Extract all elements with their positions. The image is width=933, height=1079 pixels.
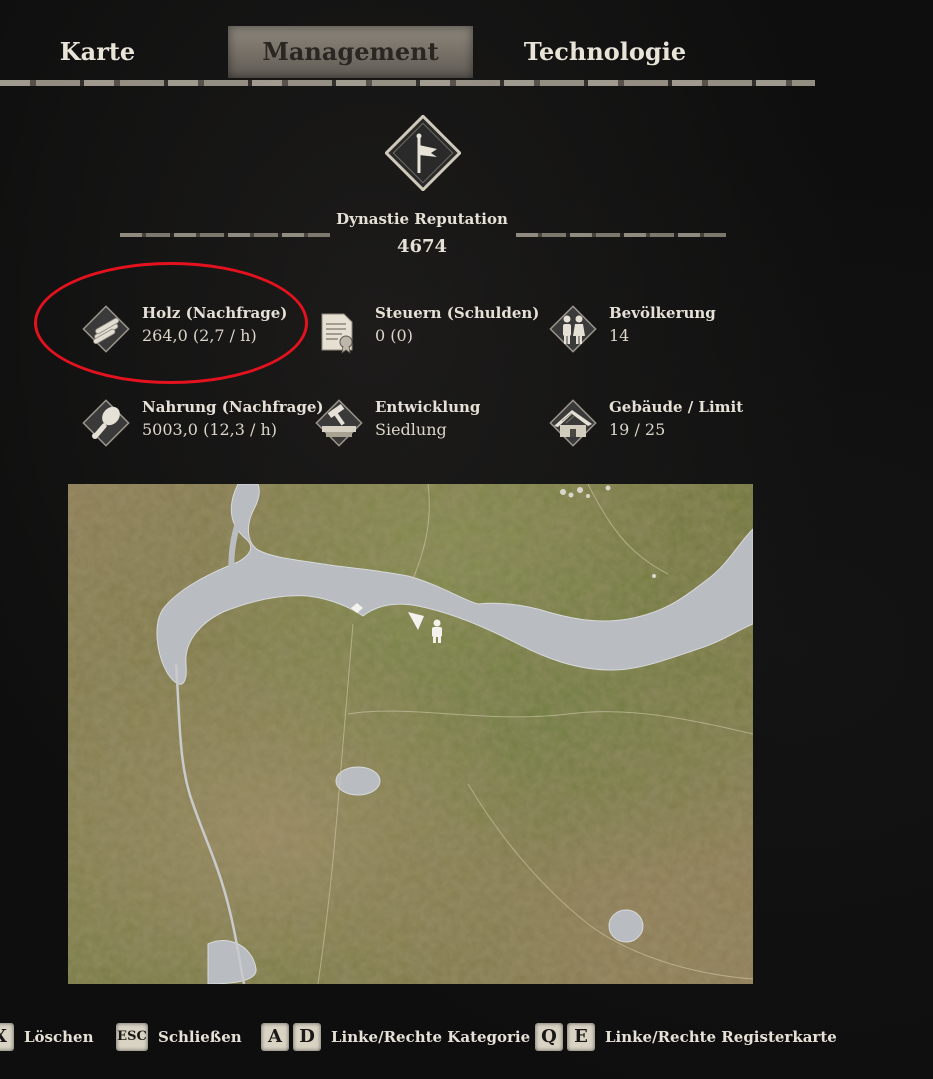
stat-taxes-value: 0 (0) <box>375 326 413 345</box>
map-lake <box>335 766 381 796</box>
reputation-value: 4674 <box>396 236 448 257</box>
hint-category-label: Linke/Rechte Kategorie <box>331 1028 531 1046</box>
stat-development-label: Entwicklung <box>375 398 481 416</box>
stat-food-value: 5003,0 (12,3 / h) <box>142 420 278 439</box>
stat-population-label: Bevölkerung <box>609 304 716 322</box>
hint-tab-label: Linke/Rechte Registerkarte <box>605 1028 837 1046</box>
hint-close-label: Schließen <box>158 1028 242 1046</box>
reputation-divider-left <box>120 233 330 237</box>
tab-technologie[interactable]: Technologie <box>500 26 710 78</box>
key-category-left: A <box>261 1023 289 1051</box>
stat-taxes-label: Steuern (Schulden) <box>375 304 540 322</box>
key-delete: X <box>0 1023 14 1051</box>
map-lake <box>608 909 644 943</box>
stat-buildings: Gebäude / Limit 19 / 25 <box>548 398 778 456</box>
tab-divider <box>0 80 815 86</box>
hammer-icon <box>315 399 363 447</box>
reputation-label: Dynastie Reputation <box>336 210 508 228</box>
tab-management[interactable]: Management <box>228 26 473 78</box>
region-map[interactable] <box>68 484 753 984</box>
stat-buildings-value: 19 / 25 <box>609 420 666 439</box>
key-tab-left: Q <box>535 1023 563 1051</box>
stat-development-value: Siedlung <box>375 420 447 439</box>
hint-close[interactable]: ESC Schließen <box>116 1022 242 1052</box>
wood-logs-icon <box>82 305 130 353</box>
hint-delete-label: Löschen <box>24 1028 94 1046</box>
hint-tab[interactable]: Q E Linke/Rechte Registerkarte <box>535 1022 837 1052</box>
stat-wood: Holz (Nachfrage) 264,0 (2,7 / h) <box>81 304 311 362</box>
stat-taxes: Steuern (Schulden) 0 (0) <box>314 304 544 362</box>
map-terrain <box>68 484 753 984</box>
stat-wood-label: Holz (Nachfrage) <box>142 304 288 322</box>
stat-wood-value: 264,0 (2,7 / h) <box>142 326 257 345</box>
tab-karte[interactable]: Karte <box>40 26 155 78</box>
house-icon <box>549 399 597 447</box>
stat-food: Nahrung (Nachfrage) 5003,0 (12,3 / h) <box>81 398 324 456</box>
stat-food-label: Nahrung (Nachfrage) <box>142 398 324 416</box>
flag-icon <box>385 115 461 191</box>
reputation-divider-right <box>516 233 726 237</box>
key-close: ESC <box>116 1023 148 1051</box>
stat-buildings-label: Gebäude / Limit <box>609 398 744 416</box>
food-drumstick-icon <box>82 399 130 447</box>
tax-scroll-icon <box>321 313 353 354</box>
hint-category[interactable]: A D Linke/Rechte Kategorie <box>261 1022 530 1052</box>
key-tab-right: E <box>567 1023 595 1051</box>
people-icon <box>549 305 597 353</box>
key-category-right: D <box>293 1023 321 1051</box>
stat-population-value: 14 <box>609 326 630 345</box>
stat-population: Bevölkerung 14 <box>548 304 778 362</box>
hint-delete[interactable]: X Löschen <box>0 1022 94 1052</box>
stat-development: Entwicklung Siedlung <box>314 398 544 456</box>
